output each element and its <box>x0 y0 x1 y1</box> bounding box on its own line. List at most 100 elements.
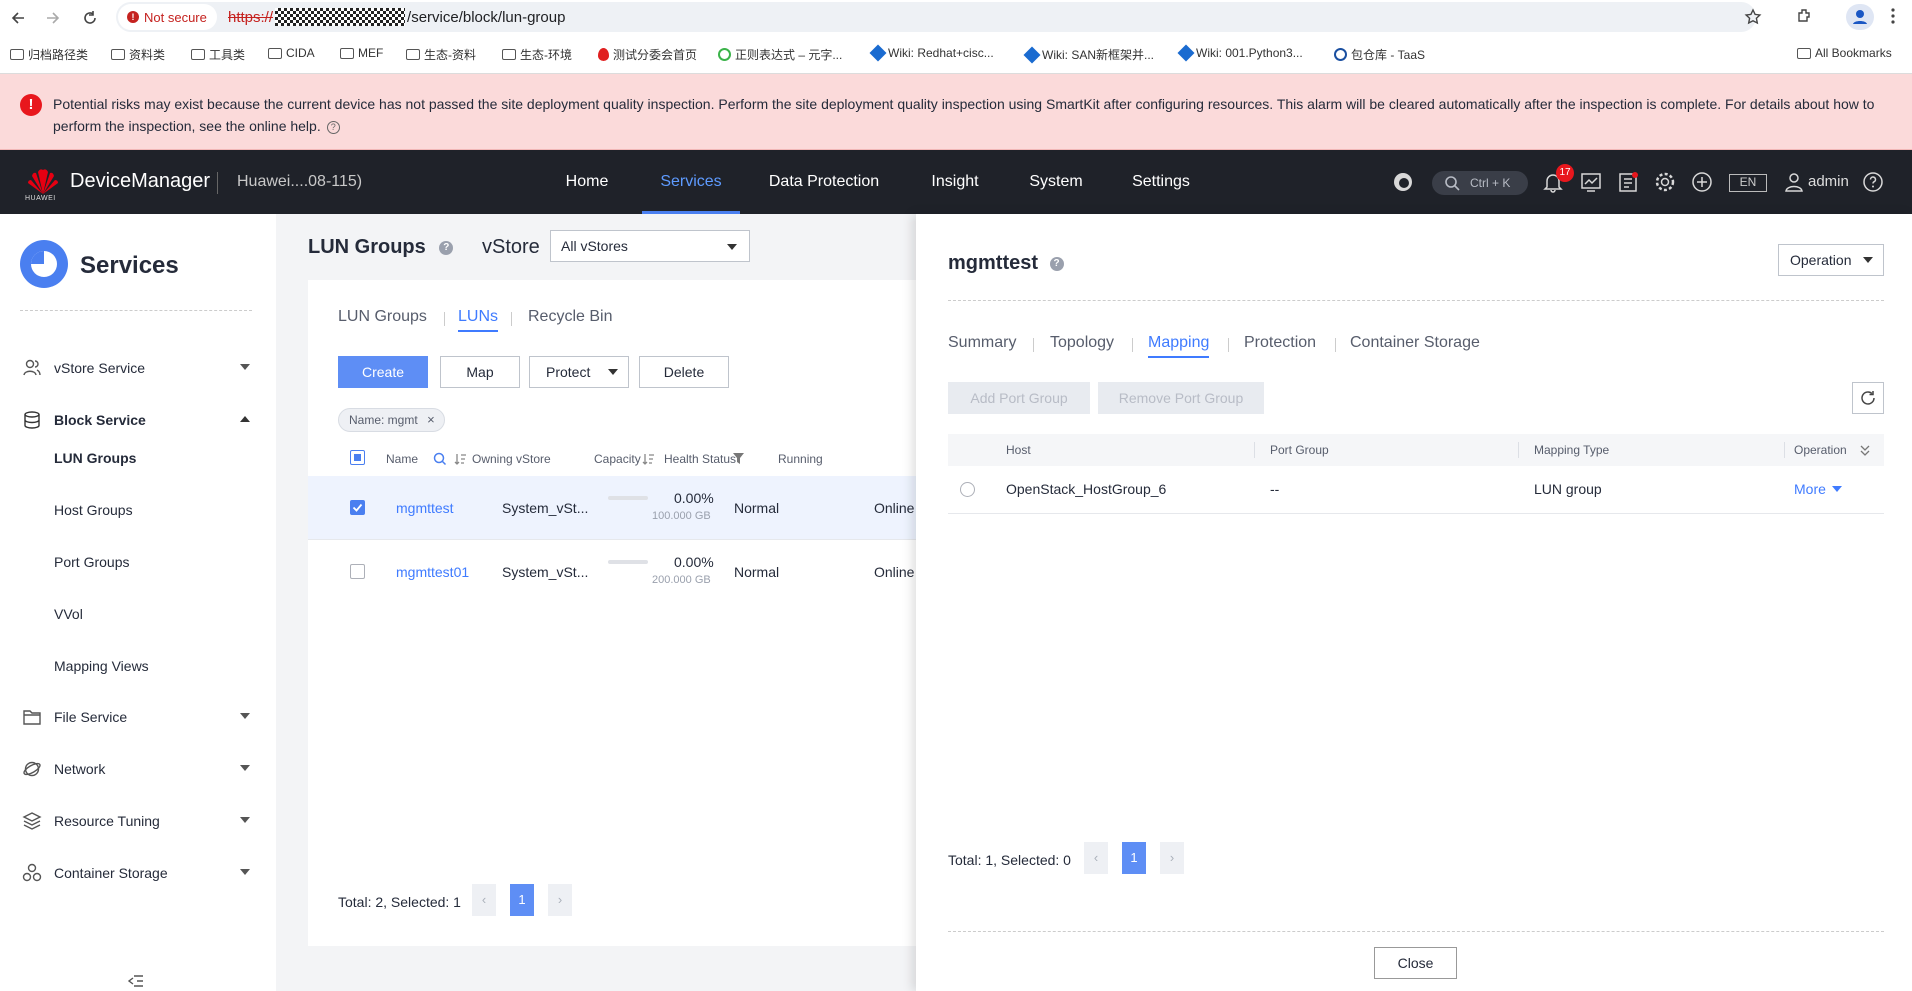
task-list-icon[interactable] <box>1617 171 1639 193</box>
nav-data-protection[interactable]: Data Protection <box>762 150 886 214</box>
sidebar-item-file-service[interactable]: File Service <box>22 702 254 732</box>
table-row[interactable]: OpenStack_HostGroup_6 -- LUN group More <box>948 466 1884 514</box>
nav-services[interactable]: Services <box>642 150 740 214</box>
username[interactable]: admin <box>1808 173 1849 190</box>
delete-button[interactable]: Delete <box>639 356 729 388</box>
close-button[interactable]: Close <box>1374 947 1457 979</box>
bookmark-link[interactable]: 包仓库 - TaaS <box>1334 46 1425 63</box>
table-header: Name Owning vStore Capacity Health Statu… <box>338 442 918 476</box>
tab-summary[interactable]: Summary <box>948 334 1016 352</box>
table-row[interactable]: mgmttest System_vSt... 0.00% 100.000 GB … <box>308 476 918 539</box>
page-number[interactable]: 1 <box>1122 842 1146 874</box>
close-icon[interactable]: × <box>427 409 435 431</box>
nav-home[interactable]: Home <box>556 150 618 214</box>
help-icon[interactable]: ? <box>1049 256 1064 271</box>
all-bookmarks[interactable]: All Bookmarks <box>1797 46 1892 60</box>
tab-mapping[interactable]: Mapping <box>1148 334 1210 358</box>
prev-page-button[interactable]: ‹ <box>472 884 496 916</box>
health-status-cell: Normal <box>734 564 780 580</box>
select-all-checkbox[interactable] <box>350 450 365 465</box>
forward-icon[interactable] <box>41 6 65 30</box>
nav-system[interactable]: System <box>1026 150 1086 214</box>
star-icon[interactable] <box>1744 8 1762 26</box>
sidebar-subitem-lun-groups[interactable]: LUN Groups <box>54 450 136 466</box>
bookmark-link[interactable]: 正则表达式 – 元字... <box>718 46 842 63</box>
sidebar-item-network[interactable]: Network <box>22 754 254 784</box>
bookmark-folder[interactable]: MEF <box>340 46 383 60</box>
bookmark-folder[interactable]: 归档路径类 <box>10 46 88 63</box>
column-settings-icon[interactable] <box>1860 443 1870 457</box>
tab-recycle-bin[interactable]: Recycle Bin <box>528 308 612 326</box>
ai-assistant-icon[interactable] <box>1392 171 1414 193</box>
sidebar-subitem-host-groups[interactable]: Host Groups <box>54 502 133 518</box>
tab-luns[interactable]: LUNs <box>458 308 499 332</box>
sidebar-subitem-vvol[interactable]: VVol <box>54 606 83 622</box>
lun-group-name-link[interactable]: mgmttest01 <box>396 564 469 580</box>
menu-dots-icon[interactable] <box>1890 6 1896 26</box>
tab-topology[interactable]: Topology <box>1050 334 1114 352</box>
row-checkbox[interactable] <box>350 564 365 579</box>
sidebar-item-resource-tuning[interactable]: Resource Tuning <box>22 806 254 836</box>
vstore-select[interactable]: All vStores <box>550 230 750 262</box>
user-icon[interactable] <box>1783 171 1805 193</box>
remove-port-group-button[interactable]: Remove Port Group <box>1098 382 1264 414</box>
more-operations-link[interactable]: More <box>1794 481 1842 497</box>
sidebar-item-vstore-service[interactable]: vStore Service <box>22 353 254 383</box>
tab-lun-groups[interactable]: LUN Groups <box>338 308 427 326</box>
bookmark-link[interactable]: 测试分委会首页 <box>598 46 697 63</box>
back-icon[interactable] <box>6 6 30 30</box>
browser-chrome: ! Not secure https:// /service/block/lun… <box>0 0 1912 74</box>
page-number[interactable]: 1 <box>510 884 534 916</box>
bookmark-folder[interactable]: 工具类 <box>191 46 245 63</box>
next-page-button[interactable]: › <box>1160 842 1184 874</box>
global-search[interactable]: Ctrl + K <box>1432 171 1528 195</box>
collapse-sidebar-icon[interactable] <box>128 974 144 988</box>
add-circle-icon[interactable] <box>1691 171 1713 193</box>
refresh-button[interactable] <box>1852 382 1884 414</box>
nav-insight[interactable]: Insight <box>924 150 986 214</box>
lun-group-name-link[interactable]: mgmttest <box>396 500 454 516</box>
gear-icon[interactable] <box>1654 171 1676 193</box>
prev-page-button[interactable]: ‹ <box>1084 842 1108 874</box>
divider <box>444 312 445 326</box>
add-port-group-button[interactable]: Add Port Group <box>948 382 1090 414</box>
tab-protection[interactable]: Protection <box>1244 334 1316 352</box>
extensions-icon[interactable] <box>1796 7 1814 25</box>
sidebar-item-container-storage[interactable]: Container Storage <box>22 858 254 888</box>
bookmark-folder[interactable]: 资料类 <box>111 46 165 63</box>
sort-icon[interactable] <box>642 453 654 465</box>
create-button[interactable]: Create <box>338 356 428 388</box>
sidebar-subitem-mapping-views[interactable]: Mapping Views <box>54 658 149 674</box>
url-path: /service/block/lun-group <box>407 8 566 26</box>
table-row[interactable]: mgmttest01 System_vSt... 0.00% 200.000 G… <box>308 540 918 603</box>
monitor-chart-icon[interactable] <box>1580 171 1602 193</box>
row-radio[interactable] <box>960 482 975 497</box>
help-icon[interactable]: ? <box>439 240 454 255</box>
language-switch[interactable]: EN <box>1729 174 1767 192</box>
url-text[interactable]: https:// /service/block/lun-group <box>228 8 565 26</box>
bookmark-link[interactable]: Wiki: SAN新框架并... <box>1023 46 1154 63</box>
filter-icon[interactable] <box>732 452 745 465</box>
row-checkbox[interactable] <box>350 500 365 515</box>
bookmark-link[interactable]: Wiki: Redhat+cisc... <box>869 44 994 62</box>
profile-icon[interactable] <box>1846 4 1874 30</box>
reload-icon[interactable] <box>78 6 102 30</box>
security-indicator[interactable]: ! Not secure <box>118 4 217 30</box>
help-icon[interactable] <box>1862 171 1884 193</box>
search-icon[interactable] <box>433 452 447 466</box>
operation-dropdown[interactable]: Operation <box>1778 244 1884 276</box>
tab-container-storage[interactable]: Container Storage <box>1350 334 1480 352</box>
nav-settings[interactable]: Settings <box>1126 150 1196 214</box>
map-button[interactable]: Map <box>440 356 520 388</box>
protect-button[interactable]: Protect <box>529 356 629 388</box>
sort-icon[interactable] <box>454 453 466 465</box>
bookmark-folder[interactable]: 生态-资料 <box>406 46 476 63</box>
help-icon[interactable]: ? <box>326 120 340 134</box>
bookmark-folder[interactable]: CIDA <box>268 46 315 60</box>
sidebar-item-block-service[interactable]: Block Service <box>22 405 254 435</box>
device-name[interactable]: Huawei....08-115) <box>237 173 362 191</box>
bookmark-link[interactable]: Wiki: 001.Python3... <box>1177 44 1303 62</box>
sidebar-subitem-port-groups[interactable]: Port Groups <box>54 554 129 570</box>
next-page-button[interactable]: › <box>548 884 572 916</box>
bookmark-folder[interactable]: 生态-环境 <box>502 46 572 63</box>
